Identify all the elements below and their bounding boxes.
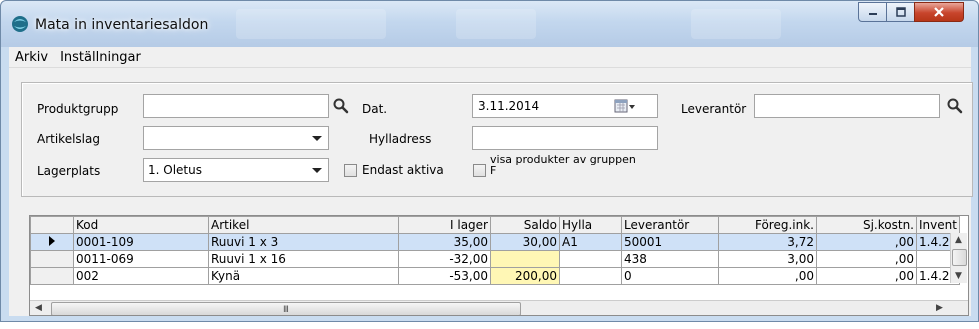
cell-sj-kostn[interactable]: ,00 bbox=[816, 250, 917, 268]
vertical-scrollbar[interactable]: ▲ ▼ bbox=[950, 233, 967, 283]
chevron-down-icon bbox=[312, 136, 322, 141]
menu-arkiv[interactable]: Arkiv bbox=[9, 50, 54, 65]
cell-kod[interactable]: 0011-069 bbox=[73, 250, 209, 268]
calendar-icon[interactable] bbox=[613, 97, 637, 115]
leverantor-input[interactable] bbox=[754, 94, 940, 118]
cell-saldo[interactable]: 30,00 bbox=[490, 233, 560, 251]
cell-leverantor[interactable]: 438 bbox=[621, 250, 719, 268]
cell-i-lager[interactable]: -32,00 bbox=[398, 250, 491, 268]
table-row[interactable]: 0001-109 Ruuvi 1 x 3 35,00 30,00 A1 5000… bbox=[30, 233, 961, 251]
visa-produkter-checkbox[interactable] bbox=[473, 164, 486, 177]
scroll-grip: III bbox=[283, 305, 289, 315]
cell-leverantor[interactable]: 50001 bbox=[621, 233, 719, 251]
app-icon bbox=[12, 16, 28, 32]
dat-label: Dat. bbox=[362, 102, 388, 116]
scroll-left-icon[interactable]: ◀ bbox=[35, 303, 42, 313]
scroll-up-icon[interactable]: ▲ bbox=[955, 235, 962, 245]
col-header-sj-kostn[interactable]: Sj.kostn. bbox=[816, 216, 917, 234]
table-row[interactable]: 002 Kynä -53,00 200,00 0 ,00 ,00 1.4.20 bbox=[30, 267, 961, 285]
menu-bar: Arkiv Inställningar bbox=[9, 47, 971, 68]
menu-installningar[interactable]: Inställningar bbox=[54, 50, 147, 65]
cell-artikel[interactable]: Kynä bbox=[208, 267, 399, 285]
background-window-ghost bbox=[236, 9, 386, 39]
endast-aktiva-label: Endast aktiva bbox=[362, 163, 444, 177]
cell-saldo[interactable] bbox=[490, 250, 560, 268]
title-bar[interactable]: Mata in inventariesaldon bbox=[1, 1, 978, 47]
maximize-button[interactable] bbox=[886, 2, 915, 22]
cell-kod[interactable]: 0001-109 bbox=[73, 233, 209, 251]
chevron-down-icon bbox=[312, 168, 322, 173]
endast-aktiva-checkbox[interactable] bbox=[344, 164, 357, 177]
cell-foreg-ink[interactable]: 3,00 bbox=[718, 250, 817, 268]
cell-foreg-ink[interactable]: 3,72 bbox=[718, 233, 817, 251]
minimize-icon bbox=[868, 13, 877, 15]
cell-artikel[interactable]: Ruuvi 1 x 16 bbox=[208, 250, 399, 268]
hylladress-label: Hylladress bbox=[369, 132, 432, 146]
cell-hylla[interactable] bbox=[559, 250, 622, 268]
search-icon[interactable] bbox=[946, 97, 964, 115]
table-row[interactable]: 0011-069 Ruuvi 1 x 16 -32,00 438 3,00 ,0… bbox=[30, 250, 961, 268]
vertical-scroll-thumb[interactable] bbox=[952, 249, 967, 266]
row-selector[interactable] bbox=[30, 267, 74, 285]
close-button[interactable] bbox=[914, 2, 964, 22]
row-selector[interactable] bbox=[30, 233, 74, 251]
inventory-grid[interactable]: Kod Artikel I lager Saldo Hylla Leverant… bbox=[29, 215, 969, 316]
col-header-hylla[interactable]: Hylla bbox=[559, 216, 622, 234]
scroll-down-icon[interactable]: ▼ bbox=[955, 271, 962, 281]
col-header-saldo[interactable]: Saldo bbox=[490, 216, 560, 234]
scroll-right-icon[interactable]: ▶ bbox=[936, 303, 943, 313]
col-header-foreg-ink[interactable]: Föreg.ink. bbox=[718, 216, 817, 234]
cell-saldo[interactable]: 200,00 bbox=[490, 267, 560, 285]
window-title: Mata in inventariesaldon bbox=[35, 17, 209, 33]
maximize-icon bbox=[895, 7, 906, 17]
horizontal-scrollbar[interactable]: ◀ III ▶ bbox=[30, 300, 968, 315]
produktgrupp-label: Produktgrupp bbox=[37, 102, 119, 116]
close-icon bbox=[934, 7, 944, 17]
cell-leverantor[interactable]: 0 bbox=[621, 267, 719, 285]
artikelslag-label: Artikelslag bbox=[37, 132, 100, 146]
background-window-ghost bbox=[691, 9, 781, 39]
lagerplats-label: Lagerplats bbox=[37, 164, 101, 178]
inventory-table: Kod Artikel I lager Saldo Hylla Leverant… bbox=[30, 216, 961, 285]
col-header-i-lager[interactable]: I lager bbox=[398, 216, 491, 234]
produktgrupp-input[interactable] bbox=[143, 94, 329, 118]
lagerplats-dropdown[interactable]: 1. Oletus bbox=[143, 158, 329, 182]
horizontal-scroll-thumb[interactable]: III bbox=[51, 302, 521, 315]
row-selector[interactable] bbox=[30, 250, 74, 268]
col-header-artikel[interactable]: Artikel bbox=[208, 216, 399, 234]
cell-artikel[interactable]: Ruuvi 1 x 3 bbox=[208, 233, 399, 251]
cell-i-lager[interactable]: 35,00 bbox=[398, 233, 491, 251]
row-pointer-icon bbox=[49, 236, 55, 246]
hylladress-input[interactable] bbox=[472, 126, 658, 150]
cell-hylla[interactable]: A1 bbox=[559, 233, 622, 251]
background-window-ghost bbox=[456, 9, 536, 39]
cell-foreg-ink[interactable]: ,00 bbox=[718, 267, 817, 285]
artikelslag-dropdown[interactable] bbox=[143, 126, 329, 150]
cell-hylla[interactable] bbox=[559, 267, 622, 285]
leverantor-label: Leverantör bbox=[681, 102, 747, 116]
minimize-button[interactable] bbox=[858, 2, 887, 22]
cell-sj-kostn[interactable]: ,00 bbox=[816, 233, 917, 251]
row-header-corner bbox=[30, 216, 74, 234]
col-header-leverantor[interactable]: Leverantör bbox=[621, 216, 719, 234]
cell-i-lager[interactable]: -53,00 bbox=[398, 267, 491, 285]
search-icon[interactable] bbox=[332, 97, 350, 115]
visa-produkter-label: visa produkter av gruppen F bbox=[490, 153, 636, 177]
cell-sj-kostn[interactable]: ,00 bbox=[816, 267, 917, 285]
col-header-kod[interactable]: Kod bbox=[73, 216, 209, 234]
col-header-invent[interactable]: Invent bbox=[915, 216, 961, 234]
cell-kod[interactable]: 002 bbox=[73, 267, 209, 285]
